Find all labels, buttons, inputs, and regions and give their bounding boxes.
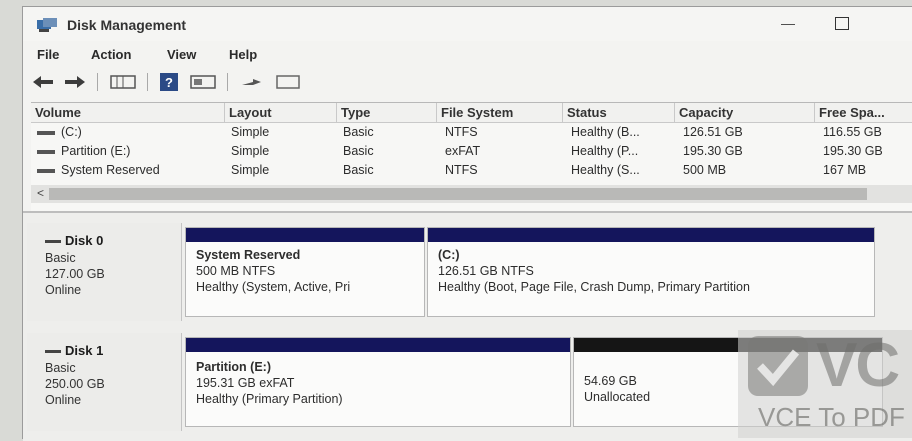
svg-text:?: ? [165, 75, 173, 90]
title-bar: Disk Management — [23, 7, 912, 41]
disk-name: Disk 0 [65, 233, 104, 248]
partition-detail: 500 MB NTFS [196, 264, 276, 278]
volume-icon [37, 130, 55, 135]
menu-bar: File Action View Help [23, 45, 912, 67]
disk-size: 127.00 GB [45, 267, 105, 281]
disk-kind: Basic [45, 251, 76, 265]
disk-row: Disk 0 Basic 127.00 GB Online System Res… [23, 219, 912, 325]
disk-kind: Basic [45, 361, 76, 375]
back-arrow-icon[interactable] [31, 73, 55, 91]
partition-bar [186, 228, 424, 242]
scroll-left-button[interactable]: < [37, 186, 44, 200]
disk-state: Online [45, 393, 82, 407]
partition-label: Partition (E:) [196, 360, 271, 374]
file-system-cell: NTFS [445, 163, 478, 177]
partition-label: System Reserved [196, 248, 301, 262]
partition-detail: 195.31 GB exFAT [196, 376, 295, 390]
free-space-cell: 167 MB [823, 163, 867, 177]
properties-icon[interactable] [189, 73, 217, 91]
layout-cell: Simple [231, 163, 270, 177]
menu-view[interactable]: View [167, 47, 196, 62]
disk-management-app-icon [37, 18, 57, 32]
file-system-cell: NTFS [445, 125, 478, 139]
volume-icon [37, 149, 55, 154]
partition-bar [186, 338, 570, 352]
disk-icon [45, 350, 61, 354]
watermark-logo-text: VC [816, 331, 900, 400]
minimize-button[interactable]: — [775, 15, 801, 33]
layout-cell: Simple [231, 125, 270, 139]
list-view-icon[interactable] [109, 73, 137, 91]
capacity-cell: 126.51 GB [683, 125, 743, 139]
toolbar-separator [97, 73, 98, 91]
layout-cell: Simple [231, 144, 270, 158]
volume-icon [37, 168, 55, 173]
partition-status: Healthy (System, Active, Pri [196, 280, 351, 294]
table-row[interactable]: System Reserved Simple Basic NTFS Health… [31, 162, 912, 181]
column-header-file-system[interactable]: File System [437, 103, 563, 123]
partition-detail: 54.69 GB [584, 374, 637, 388]
column-header-capacity[interactable]: Capacity [675, 103, 815, 123]
menu-file[interactable]: File [37, 47, 59, 62]
console-icon[interactable] [275, 73, 301, 91]
partition-status: Healthy (Primary Partition) [196, 392, 343, 406]
disk-size: 250.00 GB [45, 377, 105, 391]
maximize-button[interactable] [835, 17, 849, 30]
status-cell: Healthy (S... [571, 163, 640, 177]
table-row[interactable]: Partition (E:) Simple Basic exFAT Health… [31, 143, 912, 162]
partition-detail: 126.51 GB NTFS [438, 264, 534, 278]
checkmark-logo-icon [748, 336, 808, 396]
status-cell: Healthy (P... [571, 144, 639, 158]
column-header-type[interactable]: Type [337, 103, 437, 123]
table-row[interactable]: (C:) Simple Basic NTFS Healthy (B... 126… [31, 124, 912, 143]
scrollbar-thumb[interactable] [49, 188, 867, 200]
file-system-cell: exFAT [445, 144, 481, 158]
partition-bar [428, 228, 874, 242]
volume-name: System Reserved [61, 163, 160, 177]
type-cell: Basic [343, 163, 374, 177]
type-cell: Basic [343, 125, 374, 139]
watermark: VC VCE To PDF [738, 330, 912, 438]
free-space-cell: 116.55 GB [823, 125, 882, 139]
disk-state: Online [45, 283, 82, 297]
partition-status: Unallocated [584, 390, 651, 404]
column-header-volume[interactable]: Volume [31, 103, 225, 123]
capacity-cell: 195.30 GB [683, 144, 743, 158]
toolbar-separator [227, 73, 228, 91]
settings-icon[interactable] [239, 73, 265, 91]
disk-info-panel[interactable]: Disk 1 Basic 250.00 GB Online [27, 333, 182, 431]
help-icon[interactable]: ? [159, 73, 179, 91]
forward-arrow-icon[interactable] [63, 73, 87, 91]
column-header-status[interactable]: Status [563, 103, 675, 123]
watermark-text: VCE To PDF [758, 402, 905, 432]
toolbar-separator [147, 73, 148, 91]
partition-e-drive[interactable]: Partition (E:) 195.31 GB exFAT Healthy (… [185, 337, 571, 427]
volume-list: Volume Layout Type File System Status Ca… [31, 102, 912, 211]
disk-name: Disk 1 [65, 343, 104, 358]
capacity-cell: 500 MB [683, 163, 727, 177]
partition-label: (C:) [438, 248, 460, 262]
type-cell: Basic [343, 144, 374, 158]
column-header-layout[interactable]: Layout [225, 103, 337, 123]
disk-label: Disk 0 [45, 233, 103, 248]
disk-icon [45, 240, 61, 244]
partition-status: Healthy (Boot, Page File, Crash Dump, Pr… [438, 280, 750, 294]
volume-name: (C:) [61, 125, 82, 139]
partition-c-drive[interactable]: (C:) 126.51 GB NTFS Healthy (Boot, Page … [427, 227, 875, 317]
window-title: Disk Management [67, 17, 187, 33]
column-header-free-space[interactable]: Free Spa... [815, 103, 912, 123]
menu-help[interactable]: Help [229, 47, 257, 62]
menu-action[interactable]: Action [91, 47, 131, 62]
disk-label: Disk 1 [45, 343, 103, 358]
partition-system-reserved[interactable]: System Reserved 500 MB NTFS Healthy (Sys… [185, 227, 425, 317]
volume-name: Partition (E:) [61, 144, 131, 158]
free-space-cell: 195.30 GB [823, 144, 883, 158]
toolbar: ? [23, 69, 912, 97]
disk-info-panel[interactable]: Disk 0 Basic 127.00 GB Online [27, 223, 182, 321]
status-cell: Healthy (B... [571, 125, 640, 139]
horizontal-scrollbar[interactable]: < [31, 185, 912, 203]
